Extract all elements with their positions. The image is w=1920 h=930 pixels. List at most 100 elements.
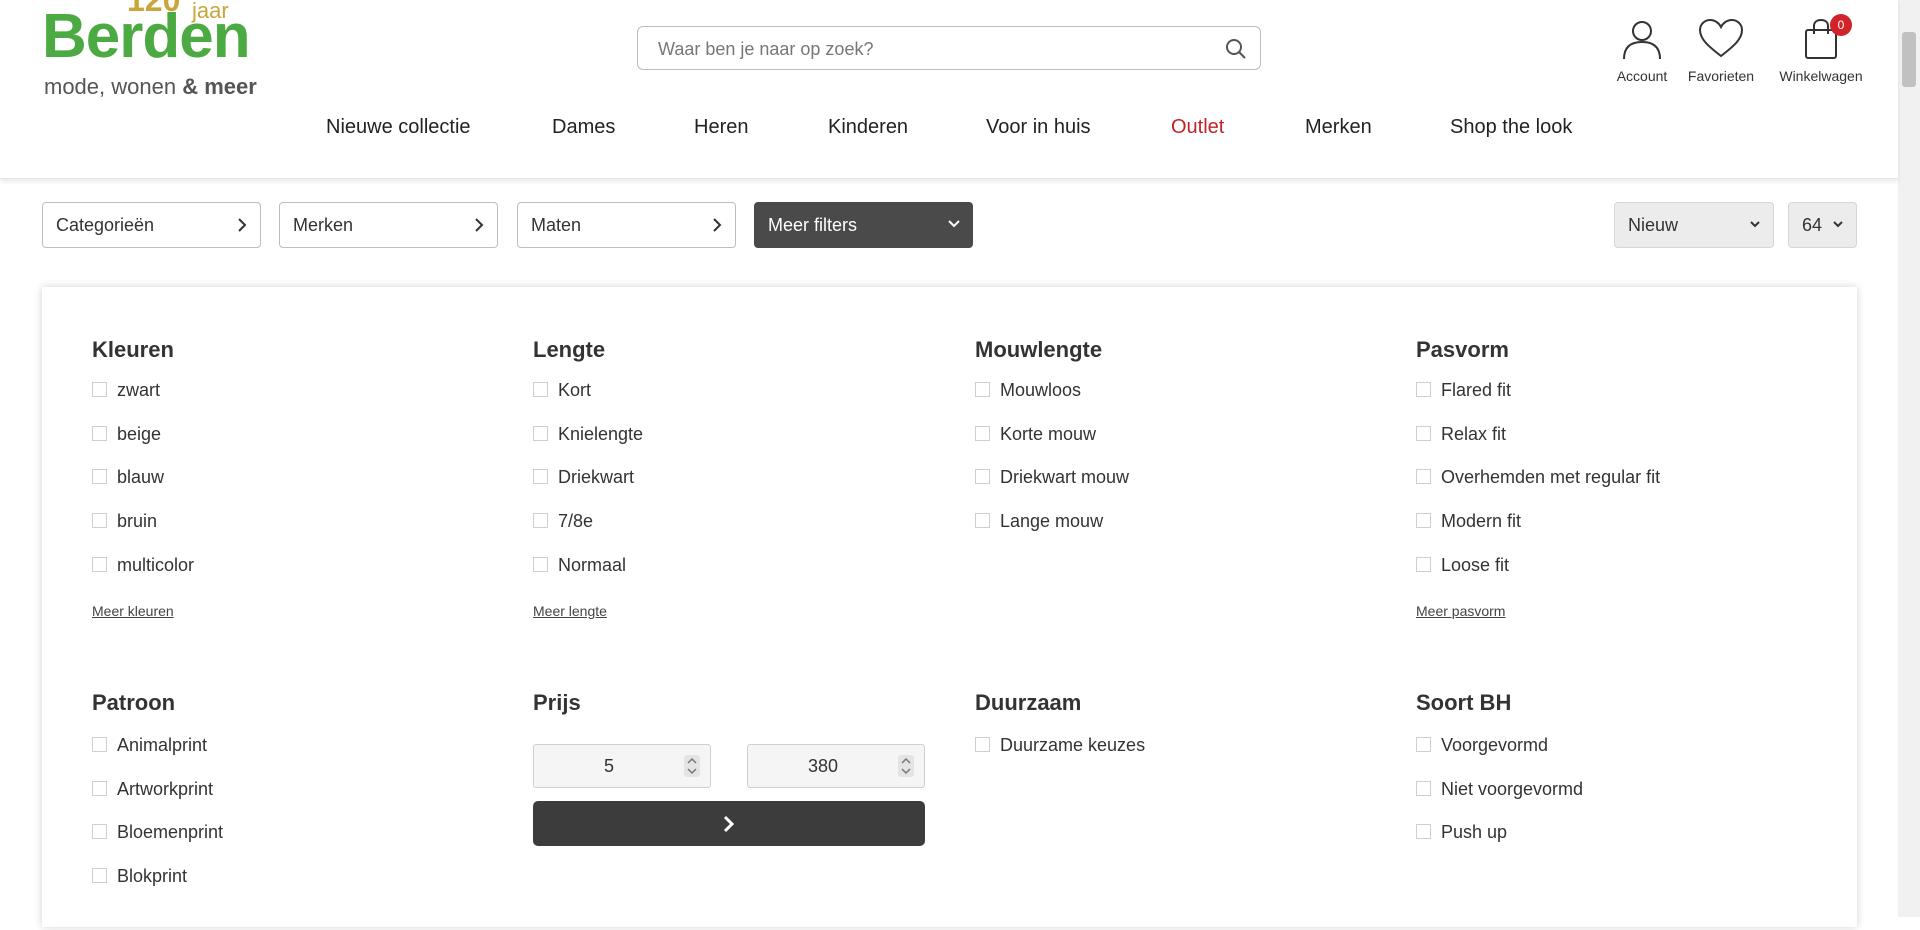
heart-icon [1698, 18, 1744, 58]
filter-group-title: Duurzaam [975, 690, 1082, 715]
checkbox[interactable] [1416, 557, 1431, 572]
search-icon[interactable] [1224, 37, 1248, 61]
nav-item-brands[interactable]: Merken [1305, 116, 1372, 139]
logo-name: Berden [42, 2, 251, 71]
filter-option-label: blauw [117, 467, 165, 487]
sort-select-value: Nieuw [1628, 215, 1679, 235]
more-filters-panel: Kleuren zwart beige blauw bruin multicol… [42, 287, 1857, 927]
filter-option-label: Relax fit [1441, 424, 1507, 444]
checkbox[interactable] [533, 426, 548, 441]
nav-item-outlet[interactable]: Outlet [1171, 116, 1224, 139]
price-min-input[interactable]: 5 [533, 744, 711, 788]
nav-item-new-collection[interactable]: Nieuwe collectie [326, 116, 471, 139]
price-min-value: 5 [603, 756, 614, 776]
filter-option-label: Knielengte [558, 424, 644, 444]
filter-group-title: Prijs [533, 690, 581, 715]
checkbox[interactable] [92, 382, 107, 397]
checkbox[interactable] [92, 513, 107, 528]
filter-option-label: Lange mouw [1000, 511, 1104, 531]
checkbox[interactable] [1416, 469, 1431, 484]
checkbox[interactable] [92, 737, 107, 752]
favorites-button[interactable]: Favorieten [1676, 18, 1766, 84]
filter-group-title: Patroon [92, 690, 176, 715]
checkbox[interactable] [533, 382, 548, 397]
nav-item-kids[interactable]: Kinderen [828, 116, 908, 139]
checkbox[interactable] [975, 737, 990, 752]
filter-group-length: Lengte Kort Knielengte Driekwart 7/8e No… [533, 337, 933, 619]
checkbox[interactable] [533, 557, 548, 572]
filter-option-label: Overhemden met regular fit [1441, 467, 1661, 487]
checkbox[interactable] [92, 469, 107, 484]
checkbox[interactable] [92, 824, 107, 839]
checkbox[interactable] [1416, 426, 1431, 441]
account-button[interactable]: Account [1597, 18, 1687, 84]
filter-option-label: Duurzame keuzes [1000, 735, 1146, 755]
berden-logo[interactable]: 120 jaar Berden mode, wonen & meer [42, 0, 282, 100]
search-input[interactable] [656, 27, 1220, 71]
stepper-icon[interactable] [898, 755, 914, 777]
cart-count-badge: 0 [1830, 14, 1852, 36]
filter-option-label: bruin [117, 511, 158, 531]
nav-item-shop-the-look[interactable]: Shop the look [1450, 116, 1572, 139]
favorites-label: Favorieten [1687, 68, 1755, 84]
filter-option-label: Animalprint [117, 735, 208, 755]
filter-option-label: Artworkprint [117, 779, 214, 799]
checkbox[interactable] [533, 513, 548, 528]
account-icon [1623, 21, 1661, 60]
checkbox[interactable] [1416, 382, 1431, 397]
chevron-right-icon [723, 815, 735, 833]
cart-button[interactable]: 0 Winkelwagen [1776, 14, 1866, 84]
cart-label: Winkelwagen [1779, 68, 1863, 84]
stepper-icon[interactable] [684, 755, 700, 777]
price-range: 5 380 [533, 744, 933, 854]
search-box [637, 26, 1261, 71]
brands-filter-button[interactable]: Merken [279, 202, 498, 248]
chevron-down-icon [1750, 221, 1760, 228]
price-max-input[interactable]: 380 [747, 744, 925, 788]
checkbox[interactable] [975, 513, 990, 528]
brands-filter-label: Merken [293, 215, 354, 235]
more-fit-link[interactable]: Meer pasvorm [1416, 603, 1505, 619]
more-colors-link[interactable]: Meer kleuren [92, 603, 174, 619]
filter-option-label: beige [117, 424, 162, 444]
nav-item-men[interactable]: Heren [694, 116, 748, 139]
filter-group-price: Prijs 5 380 [533, 690, 933, 930]
more-length-link[interactable]: Meer lengte [533, 603, 607, 619]
checkbox[interactable] [92, 426, 107, 441]
chevron-right-icon [475, 218, 484, 232]
filter-option-label: Voorgevormd [1441, 735, 1549, 755]
per-page-select[interactable]: 64 [1788, 202, 1857, 248]
checkbox[interactable] [92, 557, 107, 572]
checkbox[interactable] [975, 382, 990, 397]
nav-item-women[interactable]: Dames [552, 116, 615, 139]
nav-item-home[interactable]: Voor in huis [986, 116, 1091, 139]
checkbox[interactable] [1416, 824, 1431, 839]
apply-price-button[interactable] [533, 801, 925, 846]
checkbox[interactable] [1416, 513, 1431, 528]
scrollbar-thumb[interactable] [1902, 32, 1916, 87]
filter-group-title: Mouwlengte [975, 337, 1103, 362]
checkbox[interactable] [92, 868, 107, 883]
page-scrollbar[interactable] [1898, 0, 1920, 917]
checkbox[interactable] [533, 469, 548, 484]
filter-option-label: zwart [117, 380, 161, 400]
categories-filter-button[interactable]: Categorieën [42, 202, 261, 248]
sizes-filter-button[interactable]: Maten [517, 202, 736, 248]
main-navigation: Nieuwe collectie Dames Heren Kinderen Vo… [0, 116, 1898, 144]
chevron-down-icon [1833, 221, 1843, 228]
checkbox[interactable] [975, 426, 990, 441]
filter-group-fit: Pasvorm Flared fit Relax fit Overhemden … [1416, 337, 1816, 619]
checkbox[interactable] [1416, 781, 1431, 796]
chevron-down-icon [948, 220, 960, 228]
chevron-right-icon [238, 218, 247, 232]
logo-tagline-amp: & [182, 74, 199, 99]
sort-select[interactable]: Nieuw [1614, 202, 1774, 248]
filter-group-sustainable: Duurzaam Duurzame keuzes [975, 690, 1375, 930]
checkbox[interactable] [92, 781, 107, 796]
filter-option-label: Modern fit [1441, 511, 1522, 531]
checkbox[interactable] [975, 469, 990, 484]
logo-tagline: mode, wonen & meer [44, 74, 257, 100]
more-filters-button[interactable]: Meer filters [754, 202, 973, 248]
checkbox[interactable] [1416, 737, 1431, 752]
filter-option-label: Blokprint [117, 866, 188, 886]
